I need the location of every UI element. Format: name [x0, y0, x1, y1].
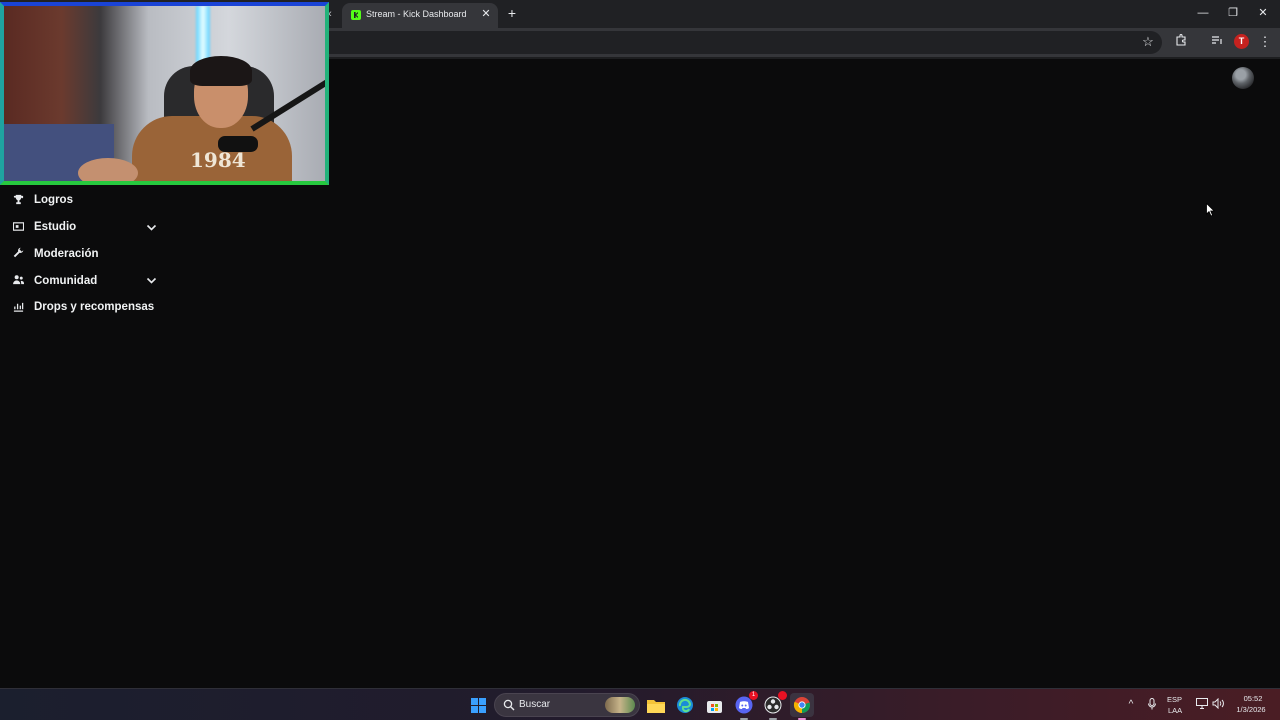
input-language-line1[interactable]: ESP: [1167, 695, 1182, 704]
trophy-icon: [12, 194, 25, 207]
file-explorer-icon[interactable]: [644, 693, 668, 717]
close-window-button[interactable]: ✕: [1252, 4, 1274, 22]
microsoft-store-icon[interactable]: [702, 693, 726, 717]
sidebar-item-label: Drops y recompensas: [34, 301, 155, 314]
address-bar[interactable]: [316, 31, 1162, 54]
obs-studio-icon[interactable]: [761, 691, 787, 720]
windows-logo-icon: [470, 697, 486, 713]
media-queue-icon[interactable]: [1208, 33, 1226, 51]
new-tab-button[interactable]: +: [505, 5, 519, 21]
search-icon: [503, 699, 515, 711]
dashboard-sidebar: Logros Estudio Moderación Comunidad Drop…: [0, 187, 170, 321]
restore-button[interactable]: ❐: [1222, 4, 1244, 22]
user-avatar[interactable]: [1232, 67, 1254, 89]
network-icon[interactable]: [1195, 698, 1209, 712]
discord-icon[interactable]: 1: [732, 691, 758, 720]
profile-avatar[interactable]: T: [1234, 34, 1249, 49]
clock-date[interactable]: 1/3/2026: [1230, 705, 1272, 714]
clock-time[interactable]: 05:52: [1236, 694, 1270, 703]
recording-badge: [778, 691, 787, 700]
webcam-overlay: 1984: [0, 2, 329, 185]
microphone-icon[interactable]: [1145, 698, 1159, 712]
sidebar-item-estudio[interactable]: Estudio: [0, 214, 170, 241]
tab-close-icon[interactable]: ✕: [480, 7, 492, 21]
bookmark-star-icon[interactable]: ☆: [1139, 33, 1157, 51]
chevron-down-icon[interactable]: [145, 274, 158, 287]
sidebar-item-label: Logros: [34, 194, 73, 207]
sidebar-item-drops[interactable]: Drops y recompensas: [0, 294, 170, 321]
kick-favicon-icon: [351, 10, 361, 20]
notification-badge: 1: [749, 691, 758, 700]
mouse-cursor-icon: [1206, 203, 1216, 217]
webcam-person-hair: [190, 56, 252, 86]
volume-icon[interactable]: [1211, 697, 1225, 712]
community-icon: [12, 274, 25, 287]
sidebar-item-label: Estudio: [34, 221, 77, 234]
sidebar-item-logros[interactable]: Logros: [0, 187, 170, 214]
wrench-icon: [12, 247, 25, 260]
studio-icon: [12, 221, 25, 234]
sidebar-item-label: Moderación: [34, 247, 99, 260]
drops-icon: [12, 301, 25, 314]
webcam-microphone: [218, 136, 258, 152]
sidebar-item-label: Comunidad: [34, 274, 98, 287]
windows-taskbar: Buscar 1 ^ ESP LAA 05:52 1/3/2026: [0, 688, 1280, 720]
taskbar-search[interactable]: Buscar: [494, 693, 640, 717]
browser-menu-icon[interactable]: ⋮: [1256, 33, 1274, 51]
input-language-line2[interactable]: LAA: [1168, 706, 1182, 715]
chrome-browser-icon[interactable]: [790, 693, 814, 720]
sidebar-item-comunidad[interactable]: Comunidad: [0, 267, 170, 294]
search-highlight-image: [605, 697, 635, 713]
chevron-down-icon[interactable]: [145, 221, 158, 234]
extensions-icon[interactable]: [1172, 33, 1190, 51]
webcam-person-hand: [78, 158, 138, 181]
start-button[interactable]: [466, 693, 490, 717]
sidebar-item-moderacion[interactable]: Moderación: [0, 241, 170, 268]
tab-kick-dashboard[interactable]: Stream - Kick Dashboard ✕: [342, 3, 498, 28]
minimize-button[interactable]: —: [1192, 4, 1214, 22]
show-hidden-icons-chevron-up-icon[interactable]: ^: [1124, 698, 1138, 712]
tab-title: Stream - Kick Dashboard: [366, 9, 467, 19]
search-placeholder: Buscar: [519, 699, 551, 710]
edge-browser-icon[interactable]: [673, 693, 697, 717]
